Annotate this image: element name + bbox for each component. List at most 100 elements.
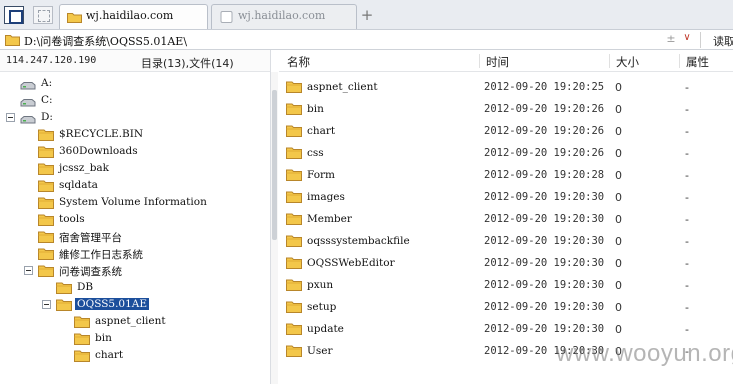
column-attr-header[interactable]: 属性 xyxy=(686,54,709,70)
row-size: 0 xyxy=(615,235,622,248)
folder-icon xyxy=(286,234,302,247)
row-size: 0 xyxy=(615,257,622,270)
address-input[interactable]: D:\问卷调查系统\OQSS5.01AE\ xyxy=(24,33,187,49)
row-attr: - xyxy=(685,213,689,226)
tab-overview-button[interactable] xyxy=(33,6,53,24)
folder-icon xyxy=(286,168,302,181)
folder-icon xyxy=(286,190,302,203)
tab-bar: wj.haidilao.com wj.haidilao.com + xyxy=(0,0,733,30)
tree-item[interactable]: System Volume Information xyxy=(0,195,268,211)
separator xyxy=(700,32,701,48)
row-attr: - xyxy=(685,191,689,204)
tree-item-label: aspnet_client xyxy=(95,315,166,327)
tree-item[interactable]: 宿舍管理平台 xyxy=(0,229,268,245)
list-row[interactable]: oqsssystembackfile 2012-09-20 19:20:30 0 - xyxy=(279,229,733,251)
folder-icon xyxy=(286,124,302,137)
tree-item-label: bin xyxy=(95,332,112,344)
row-name: css xyxy=(307,147,324,159)
row-time: 2012-09-20 19:20:28 xyxy=(484,169,605,181)
row-attr: - xyxy=(685,257,689,270)
tree-scrollbar-thumb[interactable] xyxy=(272,90,277,240)
tree-item-label: OQSS5.01AE xyxy=(73,297,151,311)
drive-icon xyxy=(20,97,36,107)
app-menu-button[interactable] xyxy=(4,6,24,24)
file-list: aspnet_client 2012-09-20 19:20:25 0 - bin 201… xyxy=(279,72,733,384)
tree-item[interactable]: aspnet_client xyxy=(0,314,268,330)
column-separator[interactable] xyxy=(609,54,610,68)
list-row[interactable]: aspnet_client 2012-09-20 19:20:25 0 - xyxy=(279,75,733,97)
tab-inactive[interactable]: wj.haidilao.com xyxy=(211,4,357,29)
tree-item-label: C: xyxy=(41,94,53,106)
tree-item[interactable]: tools xyxy=(0,212,268,228)
item-counts: 目录(13),文件(14) xyxy=(141,57,234,70)
add-tab-button[interactable]: + xyxy=(360,5,374,25)
collapse-toggle-icon[interactable] xyxy=(24,266,33,275)
row-time: 2012-09-20 19:20:26 xyxy=(484,147,605,159)
collapse-toggle-icon[interactable] xyxy=(42,300,51,309)
row-name: User xyxy=(307,345,333,357)
row-time: 2012-09-20 19:20:25 xyxy=(484,81,605,93)
column-separator[interactable] xyxy=(679,54,680,68)
tree-item[interactable]: A: xyxy=(0,76,268,92)
row-time: 2012-09-20 19:20:30 xyxy=(484,235,605,247)
list-row[interactable]: Form 2012-09-20 19:20:28 0 - xyxy=(279,163,733,185)
tree-item[interactable]: jcssz_bak xyxy=(0,161,268,177)
column-name-header[interactable]: 名称 xyxy=(287,54,310,70)
column-separator[interactable] xyxy=(479,54,480,68)
list-row[interactable]: Member 2012-09-20 19:20:30 0 - xyxy=(279,207,733,229)
row-name: setup xyxy=(307,301,337,313)
column-size-header[interactable]: 大小 xyxy=(616,54,639,70)
folder-icon xyxy=(286,102,302,115)
list-row[interactable]: images 2012-09-20 19:20:30 0 - xyxy=(279,185,733,207)
row-attr: - xyxy=(685,125,689,138)
list-row[interactable]: bin 2012-09-20 19:20:26 0 - xyxy=(279,97,733,119)
tree-item[interactable]: 維修工作日志系統 xyxy=(0,246,268,262)
tree-item[interactable]: D: xyxy=(0,110,268,126)
row-attr: - xyxy=(685,147,689,160)
row-size: 0 xyxy=(615,301,622,314)
row-attr: - xyxy=(685,279,689,292)
folder-icon xyxy=(74,332,90,345)
list-row[interactable]: OQSSWebEditor 2012-09-20 19:20:30 0 - xyxy=(279,251,733,273)
plus-minus-icon[interactable]: ± xyxy=(665,32,677,48)
chevron-down-icon[interactable]: ∨ xyxy=(680,32,694,48)
row-name: chart xyxy=(307,125,336,137)
collapse-toggle-icon[interactable] xyxy=(6,113,15,122)
tab-active-label: wj.haidilao.com xyxy=(86,9,174,22)
row-time: 2012-09-20 19:20:26 xyxy=(484,125,605,137)
list-row[interactable]: chart 2012-09-20 19:20:26 0 - xyxy=(279,119,733,141)
tree-item[interactable]: OQSS5.01AE xyxy=(0,297,268,313)
list-row[interactable]: css 2012-09-20 19:20:26 0 - xyxy=(279,141,733,163)
list-row[interactable]: setup 2012-09-20 19:20:30 0 - xyxy=(279,295,733,317)
tree-item[interactable]: sqldata xyxy=(0,178,268,194)
folder-icon xyxy=(38,128,54,141)
list-row[interactable]: update 2012-09-20 19:20:30 0 - xyxy=(279,317,733,339)
row-name: update xyxy=(307,323,344,335)
tree-item[interactable]: bin xyxy=(0,331,268,347)
tree-item[interactable]: $RECYCLE.BIN xyxy=(0,127,268,143)
list-row[interactable]: pxun 2012-09-20 19:20:30 0 - xyxy=(279,273,733,295)
tree-item[interactable]: DB xyxy=(0,280,268,296)
tree-item-label: D: xyxy=(41,111,53,123)
tree-item-label: sqldata xyxy=(59,179,98,191)
row-time: 2012-09-20 19:20:30 xyxy=(484,279,605,291)
row-attr: - xyxy=(685,235,689,248)
row-attr: - xyxy=(685,323,689,336)
folder-icon xyxy=(74,349,90,362)
tree-item[interactable]: C: xyxy=(0,93,268,109)
row-time: 2012-09-20 19:20:30 xyxy=(484,257,605,269)
read-button[interactable]: 读取 xyxy=(713,33,733,49)
column-time-header[interactable]: 时间 xyxy=(486,54,509,70)
tree-item[interactable]: 问卷调查系统 xyxy=(0,263,268,279)
folder-icon xyxy=(286,300,302,313)
tree-item[interactable]: chart xyxy=(0,348,268,364)
row-size: 0 xyxy=(615,323,622,336)
tree-item[interactable]: 360Downloads xyxy=(0,144,268,160)
folder-icon xyxy=(286,80,302,93)
row-name: images xyxy=(307,191,345,203)
folder-icon xyxy=(286,256,302,269)
row-size: 0 xyxy=(615,169,622,182)
tab-active[interactable]: wj.haidilao.com xyxy=(59,4,208,29)
tree-item-label: System Volume Information xyxy=(59,196,207,208)
folder-icon xyxy=(38,230,54,243)
